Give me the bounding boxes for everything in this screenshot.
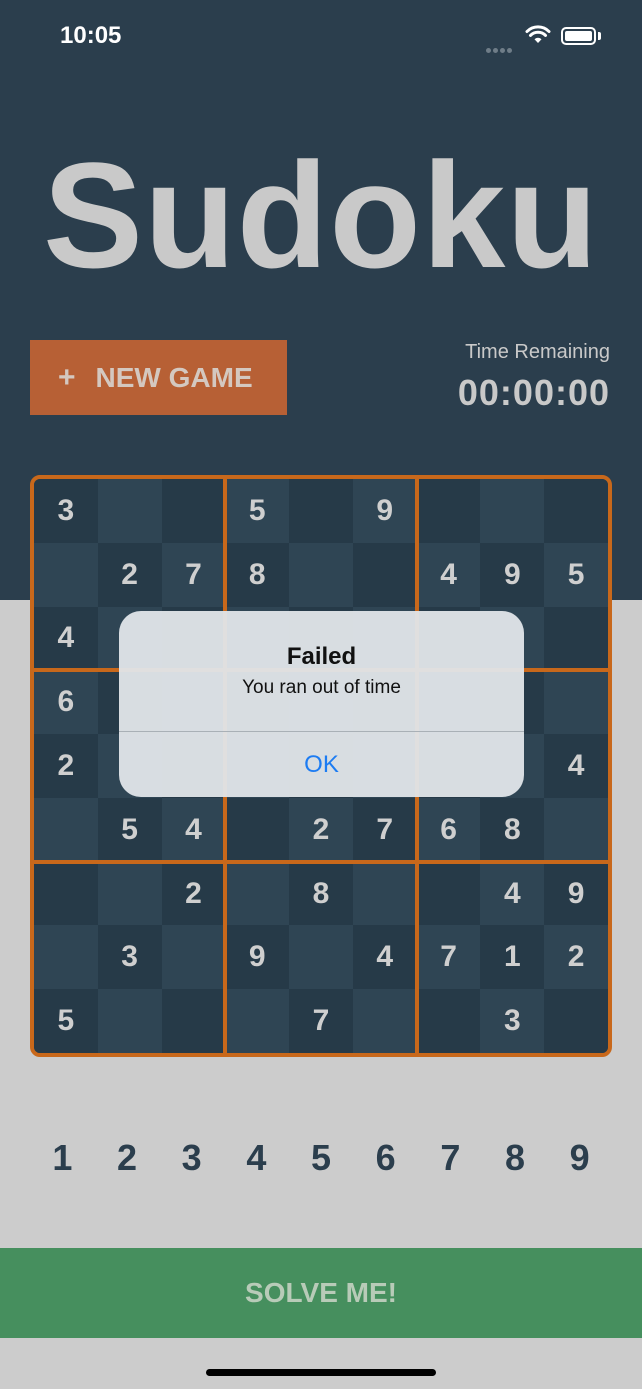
number-key[interactable]: 6 <box>353 1130 418 1186</box>
board-cell[interactable]: 4 <box>34 606 98 671</box>
board-cell[interactable]: 7 <box>289 989 353 1053</box>
board-cell[interactable] <box>352 989 417 1053</box>
board-cell[interactable]: 2 <box>97 542 162 607</box>
board-cell[interactable]: 8 <box>225 542 290 607</box>
timer-label: Time Remaining <box>465 341 610 363</box>
home-indicator <box>206 1369 436 1376</box>
board-cell[interactable]: 9 <box>352 479 417 543</box>
board-cell[interactable] <box>544 479 608 543</box>
board-cell[interactable]: 3 <box>97 925 162 990</box>
status-time: 10:05 <box>60 22 122 49</box>
board-cell[interactable] <box>34 861 98 926</box>
new-game-label: NEW GAME <box>95 361 253 393</box>
alert-title: Failed <box>286 643 357 670</box>
number-key[interactable]: 2 <box>95 1130 160 1186</box>
board-cell[interactable]: 7 <box>416 925 481 990</box>
board-cell[interactable] <box>161 479 226 543</box>
board-cell[interactable]: 5 <box>97 797 162 862</box>
app-title: Sudoku <box>43 131 599 299</box>
board-cell[interactable]: 7 <box>161 542 226 607</box>
board-cell[interactable] <box>289 542 353 607</box>
board-cell[interactable]: 6 <box>34 670 98 735</box>
board-cell[interactable] <box>161 989 226 1053</box>
board-cell[interactable] <box>97 989 162 1053</box>
timer-value: 00:00:00 <box>457 372 610 413</box>
board-cell[interactable] <box>97 861 162 926</box>
new-game-button[interactable]: + NEW GAME <box>30 340 287 415</box>
board-cell[interactable]: 6 <box>416 797 481 862</box>
number-key[interactable]: 5 <box>289 1130 354 1186</box>
board-cell[interactable] <box>225 797 290 862</box>
number-key[interactable]: 8 <box>483 1130 548 1186</box>
alert-message: You ran out of time <box>242 677 401 698</box>
board-cell[interactable]: 4 <box>544 734 608 798</box>
board-cell[interactable]: 4 <box>480 861 545 926</box>
board-cell[interactable] <box>34 925 98 990</box>
board-cell[interactable]: 8 <box>289 861 353 926</box>
board-cell[interactable] <box>289 925 353 990</box>
number-key[interactable]: 7 <box>418 1130 483 1186</box>
board-cell[interactable] <box>289 479 353 543</box>
board-cell[interactable]: 5 <box>34 989 98 1053</box>
board-cell[interactable] <box>544 989 608 1053</box>
board-cell[interactable] <box>480 479 545 543</box>
board-cell[interactable]: 2 <box>289 797 353 862</box>
board-cell[interactable]: 8 <box>480 797 545 862</box>
board-cell[interactable]: 3 <box>480 989 545 1053</box>
board-cell[interactable] <box>416 479 481 543</box>
board-cell[interactable]: 7 <box>352 797 417 862</box>
board-cell[interactable]: 9 <box>544 861 608 926</box>
cellular-signal-icon <box>486 40 514 58</box>
board-cell[interactable]: 4 <box>352 925 417 990</box>
board-cell[interactable]: 5 <box>544 542 608 607</box>
board-cell[interactable] <box>352 542 417 607</box>
box-divider-horizontal <box>34 859 608 864</box>
board-cell[interactable] <box>34 797 98 862</box>
wifi-icon <box>525 25 551 43</box>
board-cell[interactable] <box>544 670 608 735</box>
board-cell[interactable] <box>225 861 290 926</box>
number-key[interactable]: 4 <box>224 1130 289 1186</box>
solve-button[interactable]: SOLVE ME! <box>0 1248 642 1338</box>
board-cell[interactable]: 9 <box>480 542 545 607</box>
board-cell[interactable]: 5 <box>225 479 290 543</box>
board-cell[interactable]: 3 <box>34 479 98 543</box>
number-key[interactable]: 3 <box>159 1130 224 1186</box>
number-pad: 123456789 <box>30 1130 612 1186</box>
board-cell[interactable] <box>544 606 608 671</box>
battery-icon <box>561 27 596 45</box>
board-cell[interactable] <box>416 861 481 926</box>
board-cell[interactable]: 2 <box>161 861 226 926</box>
board-cell[interactable]: 1 <box>480 925 545 990</box>
board-cell[interactable]: 2 <box>544 925 608 990</box>
board-cell[interactable]: 9 <box>225 925 290 990</box>
board-cell[interactable]: 2 <box>34 734 98 798</box>
status-bar: 10:05 <box>0 0 642 72</box>
board-cell[interactable] <box>225 989 290 1053</box>
board-cell[interactable]: 4 <box>161 797 226 862</box>
alert-ok-button[interactable]: OK <box>119 732 524 797</box>
number-key[interactable]: 1 <box>30 1130 95 1186</box>
board-cell[interactable] <box>97 479 162 543</box>
board-cell[interactable] <box>352 861 417 926</box>
board-cell[interactable] <box>544 797 608 862</box>
plus-icon: + <box>58 360 76 394</box>
number-key[interactable]: 9 <box>547 1130 612 1186</box>
board-cell[interactable] <box>416 989 481 1053</box>
battery-tip <box>598 32 601 40</box>
board-cell[interactable]: 4 <box>416 542 481 607</box>
alert-dialog: Failed You ran out of time OK <box>119 611 524 797</box>
board-cell[interactable] <box>34 542 98 607</box>
board-cell[interactable] <box>161 925 226 990</box>
